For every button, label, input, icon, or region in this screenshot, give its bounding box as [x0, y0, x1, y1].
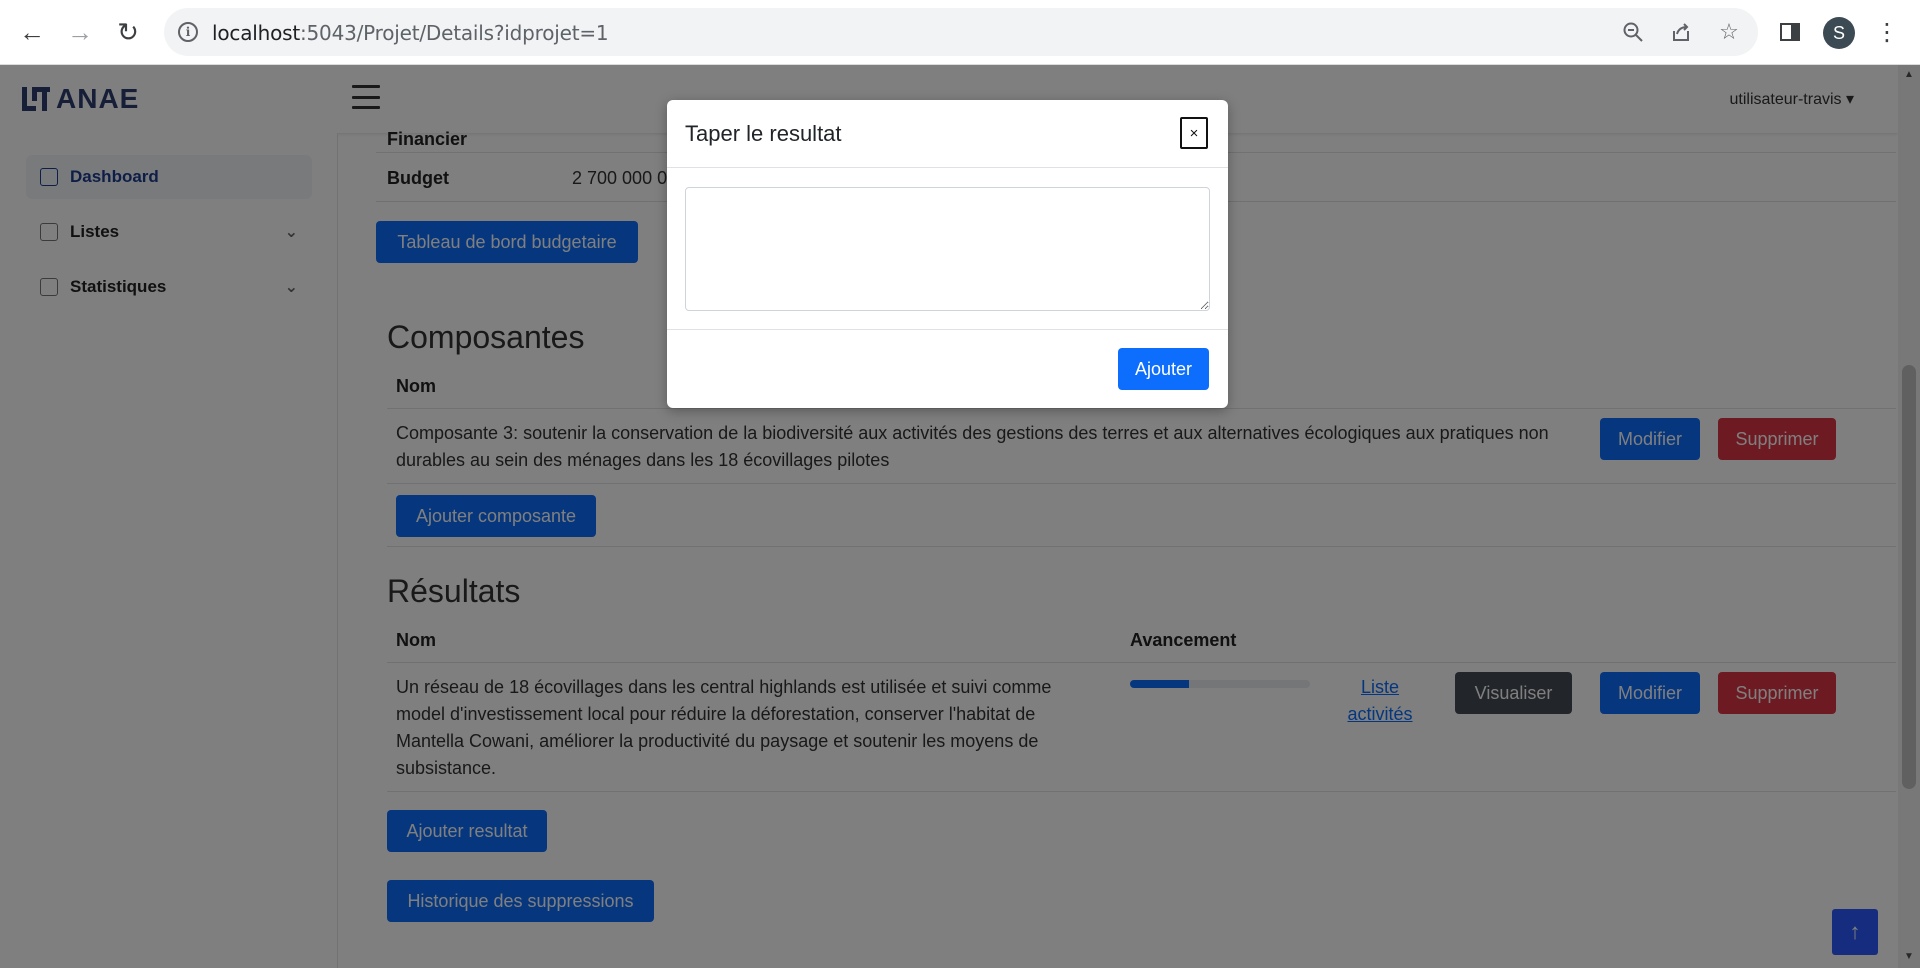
close-icon[interactable]: × — [1180, 117, 1208, 149]
info-icon[interactable]: i — [178, 22, 198, 42]
modal-footer-divider — [667, 329, 1228, 330]
bookmark-star-icon[interactable]: ☆ — [1715, 18, 1743, 46]
result-modal: Taper le resultat × Ajouter — [667, 100, 1228, 408]
forward-icon[interactable]: → — [64, 16, 96, 48]
reload-icon[interactable]: ↻ — [112, 16, 144, 48]
address-bar[interactable]: i localhost:5043/Projet/Details?idprojet… — [164, 8, 1758, 56]
result-textarea[interactable] — [685, 187, 1210, 311]
url-host: localhost — [212, 21, 300, 45]
zoom-icon[interactable] — [1619, 18, 1647, 46]
more-menu-icon[interactable]: ⋮ — [1871, 16, 1903, 48]
add-result-button[interactable]: Ajouter — [1118, 348, 1209, 390]
modal-header-divider — [667, 167, 1228, 168]
url-text[interactable]: localhost:5043/Projet/Details?idprojet=1 — [212, 21, 609, 45]
profile-avatar[interactable]: S — [1823, 17, 1855, 49]
url-path: :5043/Projet/Details?idprojet=1 — [299, 21, 609, 45]
share-icon[interactable] — [1667, 18, 1695, 46]
back-icon[interactable]: ← — [16, 16, 48, 48]
modal-title: Taper le resultat — [685, 121, 842, 146]
side-panel-icon[interactable] — [1774, 16, 1806, 48]
browser-toolbar: ← → ↻ i localhost:5043/Projet/Details?id… — [0, 0, 1920, 65]
